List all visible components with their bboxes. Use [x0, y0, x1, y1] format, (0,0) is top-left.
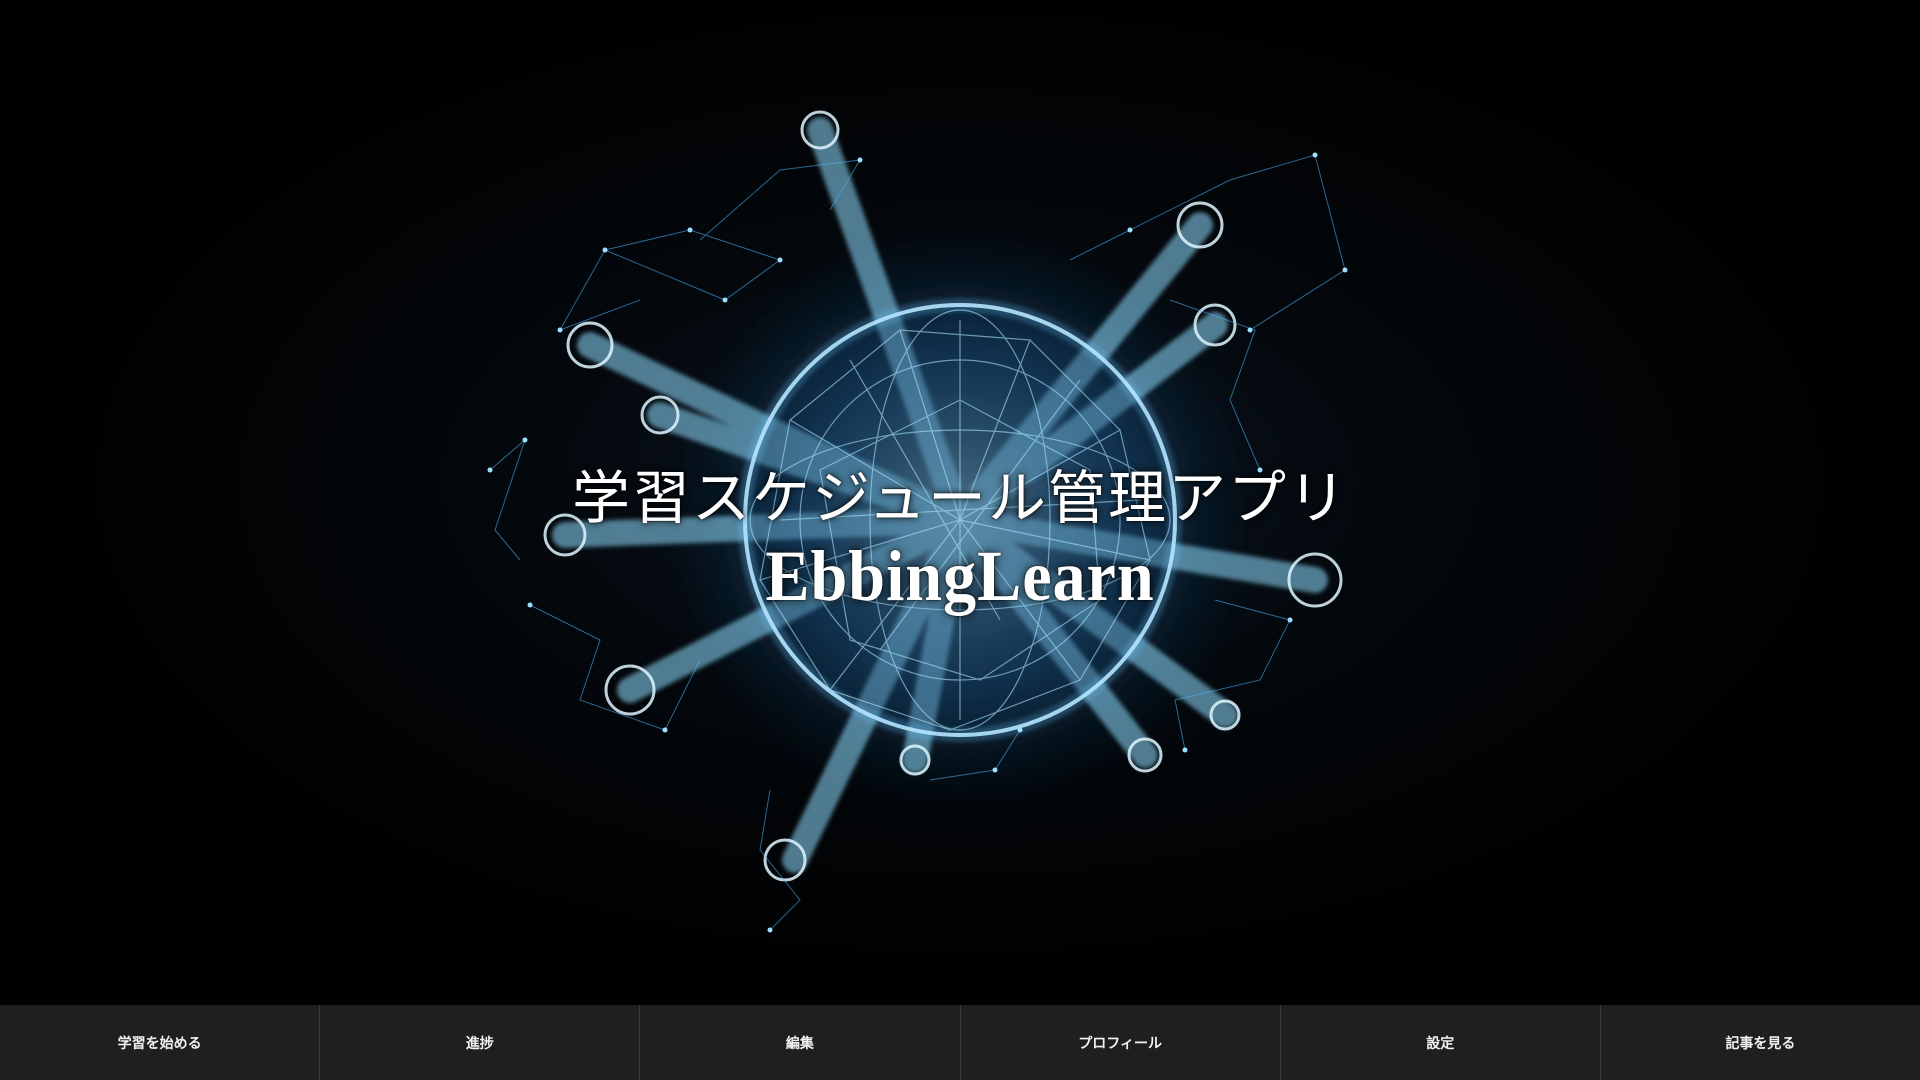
hero-section: 学習スケジュール管理アプリ EbbingLearn: [0, 0, 1920, 1005]
app-subtitle-jp: 学習スケジュール管理アプリ: [572, 464, 1348, 532]
hero-title-block: 学習スケジュール管理アプリ EbbingLearn: [0, 462, 1920, 618]
bottom-navigation: 学習を始める 進捗 編集 プロフィール 設定 記事を見る: [0, 1005, 1920, 1080]
app-title: EbbingLearn: [765, 536, 1155, 616]
nav-profile-button[interactable]: プロフィール: [961, 1005, 1281, 1080]
nav-start-learning-button[interactable]: 学習を始める: [0, 1005, 321, 1080]
nav-settings-button[interactable]: 設定: [1281, 1005, 1601, 1080]
nav-progress-button[interactable]: 進捗: [320, 1005, 641, 1080]
nav-edit-button[interactable]: 編集: [640, 1005, 961, 1080]
nav-articles-button[interactable]: 記事を見る: [1601, 1005, 1920, 1080]
